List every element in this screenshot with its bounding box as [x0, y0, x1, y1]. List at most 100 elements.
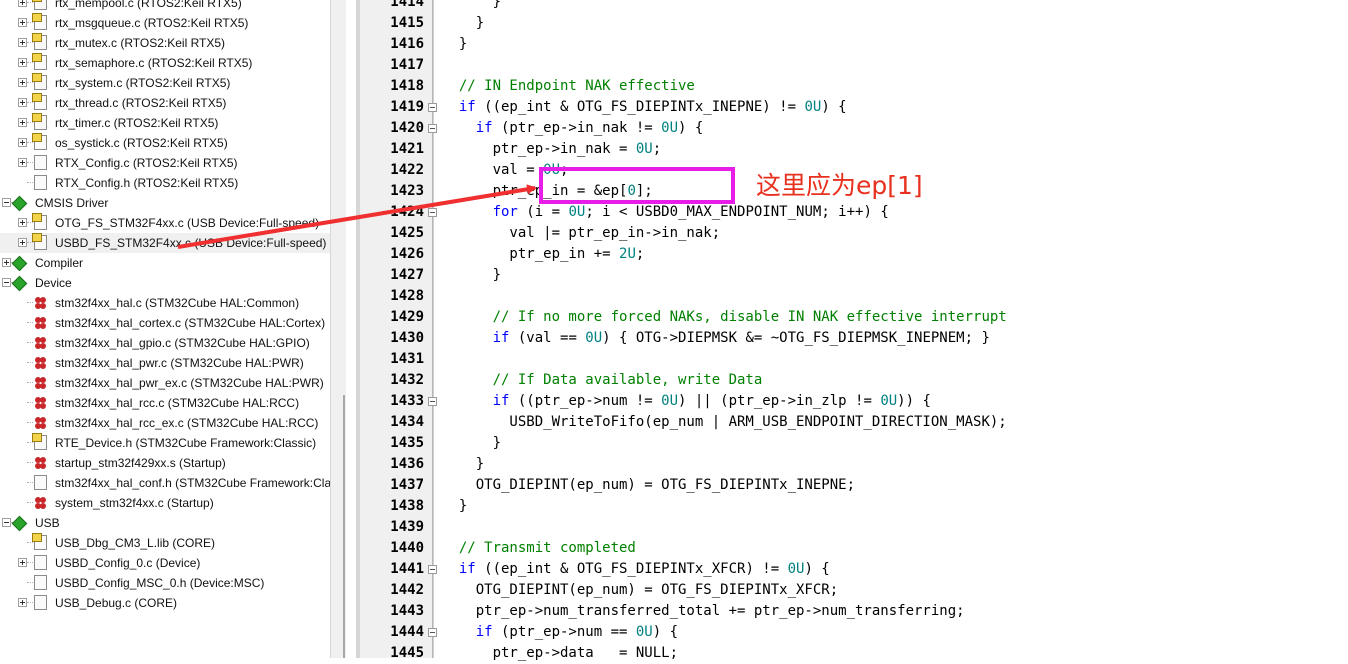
tree-file-node[interactable]: RTX_Config.c (RTOS2:Keil RTX5)	[0, 153, 330, 173]
code-text: ) {	[678, 120, 704, 136]
tree-group-node[interactable]: CMSIS Driver	[0, 193, 330, 213]
expand-icon[interactable]	[18, 18, 27, 27]
code-line[interactable]: ptr_ep->in_nak = 0U;	[442, 139, 662, 160]
code-line[interactable]: OTG_DIEPINT(ep_num) = OTG_FS_DIEPINTx_IN…	[442, 475, 855, 496]
code-line[interactable]: // If Data available, write Data	[442, 370, 763, 391]
tree-file-node[interactable]: stm32f4xx_hal_gpio.c (STM32Cube HAL:GPIO…	[0, 333, 330, 353]
tree-file-node[interactable]: rtx_mempool.c (RTOS2:Keil RTX5)	[0, 0, 330, 13]
tree-connector	[27, 542, 33, 544]
expand-icon[interactable]	[18, 38, 27, 47]
fold-collapse-icon[interactable]	[428, 397, 437, 406]
tree-file-node[interactable]: USB_Debug.c (CORE)	[0, 593, 330, 613]
code-line[interactable]: // If no more forced NAKs, disable IN NA…	[442, 307, 1007, 328]
tree-file-node[interactable]: USBD_Config_MSC_0.h (Device:MSC)	[0, 573, 330, 593]
fold-collapse-icon[interactable]	[428, 208, 437, 217]
code-line[interactable]: val |= ptr_ep_in->in_nak;	[442, 223, 720, 244]
tree-file-node[interactable]: startup_stm32f429xx.s (Startup)	[0, 453, 330, 473]
expand-icon[interactable]	[2, 258, 11, 267]
hal-file-icon	[34, 335, 47, 350]
expand-icon[interactable]	[18, 158, 27, 167]
tree-file-node[interactable]: rtx_timer.c (RTOS2:Keil RTX5)	[0, 113, 330, 133]
code-text: ;	[635, 246, 645, 262]
fold-collapse-icon[interactable]	[428, 565, 437, 574]
tree-group-node[interactable]: Device	[0, 273, 330, 293]
tree-file-node[interactable]: OTG_FS_STM32F4xx.c (USB Device:Full-spee…	[0, 213, 330, 233]
expand-icon[interactable]	[18, 118, 27, 127]
code-line[interactable]: if (ptr_ep->in_nak != 0U) {	[442, 118, 704, 139]
code-line[interactable]: OTG_DIEPINT(ep_num) = OTG_FS_DIEPINTx_XF…	[442, 580, 838, 601]
tree-connector	[27, 482, 33, 484]
code-line[interactable]: if (val == 0U) { OTG->DIEPMSK &= ~OTG_FS…	[442, 328, 990, 349]
code-line[interactable]: if (ptr_ep->num == 0U) {	[442, 622, 678, 643]
code-line[interactable]: for (i = 0U; i < USBD0_MAX_ENDPOINT_NUM;…	[442, 202, 889, 223]
expand-icon[interactable]	[18, 598, 27, 607]
expand-icon[interactable]	[18, 218, 27, 227]
tree-file-node[interactable]: stm32f4xx_hal_cortex.c (STM32Cube HAL:Co…	[0, 313, 330, 333]
expand-icon[interactable]	[18, 238, 27, 247]
locked-file-icon	[32, 533, 47, 550]
code-line[interactable]: }	[442, 13, 484, 34]
tree-node-label: rtx_semaphore.c (RTOS2:Keil RTX5)	[55, 56, 253, 70]
tree-connector	[27, 2, 33, 4]
tree-file-node[interactable]: USBD_FS_STM32F4xx.c (USB Device:Full-spe…	[0, 233, 330, 253]
tree-file-node[interactable]: RTE_Device.h (STM32Cube Framework:Classi…	[0, 433, 330, 453]
tree-file-node[interactable]: stm32f4xx_hal_rcc.c (STM32Cube HAL:RCC)	[0, 393, 330, 413]
expand-icon[interactable]	[18, 558, 27, 567]
tree-file-node[interactable]: USB_Dbg_CM3_L.lib (CORE)	[0, 533, 330, 553]
line-number: 1429	[390, 309, 424, 325]
collapse-icon[interactable]	[2, 518, 11, 527]
tree-file-node[interactable]: USBD_Config_0.c (Device)	[0, 553, 330, 573]
tree-file-node[interactable]: rtx_thread.c (RTOS2:Keil RTX5)	[0, 93, 330, 113]
expand-icon[interactable]	[18, 58, 27, 67]
code-line[interactable]: // IN Endpoint NAK effective	[442, 76, 695, 97]
code-line[interactable]: // Transmit completed	[442, 538, 636, 559]
tree-scrollbar-thumb[interactable]	[343, 395, 345, 658]
tree-group-node[interactable]: Compiler	[0, 253, 330, 273]
tree-group-node[interactable]: USB	[0, 513, 330, 533]
code-line[interactable]: if ((ptr_ep->num != 0U) || (ptr_ep->in_z…	[442, 391, 931, 412]
tree-file-node[interactable]: RTX_Config.h (RTOS2:Keil RTX5)	[0, 173, 330, 193]
tree-file-node[interactable]: stm32f4xx_hal_pwr.c (STM32Cube HAL:PWR)	[0, 353, 330, 373]
expand-icon[interactable]	[18, 78, 27, 87]
code-line[interactable]: }	[442, 433, 501, 454]
code-line[interactable]: USBD_WriteToFifo(ep_num | ARM_USB_ENDPOI…	[442, 412, 1006, 433]
code-line[interactable]: ptr_ep->num_transferred_total += ptr_ep-…	[442, 601, 965, 622]
fold-collapse-icon[interactable]	[428, 628, 437, 637]
code-text: }	[442, 498, 468, 514]
code-comment: // IN Endpoint NAK effective	[442, 78, 695, 94]
tree-file-node[interactable]: stm32f4xx_hal_rcc_ex.c (STM32Cube HAL:RC…	[0, 413, 330, 433]
code-line[interactable]: if ((ep_int & OTG_FS_DIEPINTx_XFCR) != 0…	[442, 559, 830, 580]
code-line[interactable]: ptr_ep_in += 2U;	[442, 244, 644, 265]
tree-connector	[27, 462, 33, 464]
expand-icon[interactable]	[18, 138, 27, 147]
expand-icon[interactable]	[18, 0, 27, 7]
locked-file-icon	[32, 73, 47, 90]
fold-collapse-icon[interactable]	[428, 124, 437, 133]
tree-file-node[interactable]: rtx_msgqueue.c (RTOS2:Keil RTX5)	[0, 13, 330, 33]
tree-file-node[interactable]: rtx_semaphore.c (RTOS2:Keil RTX5)	[0, 53, 330, 73]
tree-file-node[interactable]: rtx_system.c (RTOS2:Keil RTX5)	[0, 73, 330, 93]
collapse-icon[interactable]	[2, 278, 11, 287]
collapse-icon[interactable]	[2, 198, 11, 207]
file-icon	[34, 175, 47, 190]
code-line[interactable]: }	[442, 34, 467, 55]
file-icon	[34, 555, 47, 570]
tree-file-node[interactable]: os_systick.c (RTOS2:Keil RTX5)	[0, 133, 330, 153]
tree-file-node[interactable]: rtx_mutex.c (RTOS2:Keil RTX5)	[0, 33, 330, 53]
tree-connector	[27, 142, 33, 144]
line-number: 1419	[390, 99, 424, 115]
expand-icon[interactable]	[18, 98, 27, 107]
code-line[interactable]: }	[442, 454, 484, 475]
code-line[interactable]: ptr_ep->data = NULL;	[442, 643, 678, 664]
tree-file-node[interactable]: stm32f4xx_hal.c (STM32Cube HAL:Common)	[0, 293, 330, 313]
code-line[interactable]: }	[442, 265, 501, 286]
code-text: ; i < USBD0_MAX_ENDPOINT_NUM; i++) {	[585, 204, 889, 220]
tree-file-node[interactable]: system_stm32f4xx.c (Startup)	[0, 493, 330, 513]
code-line[interactable]: }	[442, 496, 467, 517]
tree-connector	[27, 82, 33, 84]
code-line[interactable]: }	[442, 0, 501, 13]
tree-file-node[interactable]: stm32f4xx_hal_conf.h (STM32Cube Framewor…	[0, 473, 330, 493]
code-line[interactable]: if ((ep_int & OTG_FS_DIEPINTx_INEPNE) !=…	[442, 97, 847, 118]
fold-collapse-icon[interactable]	[428, 103, 437, 112]
tree-file-node[interactable]: stm32f4xx_hal_pwr_ex.c (STM32Cube HAL:PW…	[0, 373, 330, 393]
